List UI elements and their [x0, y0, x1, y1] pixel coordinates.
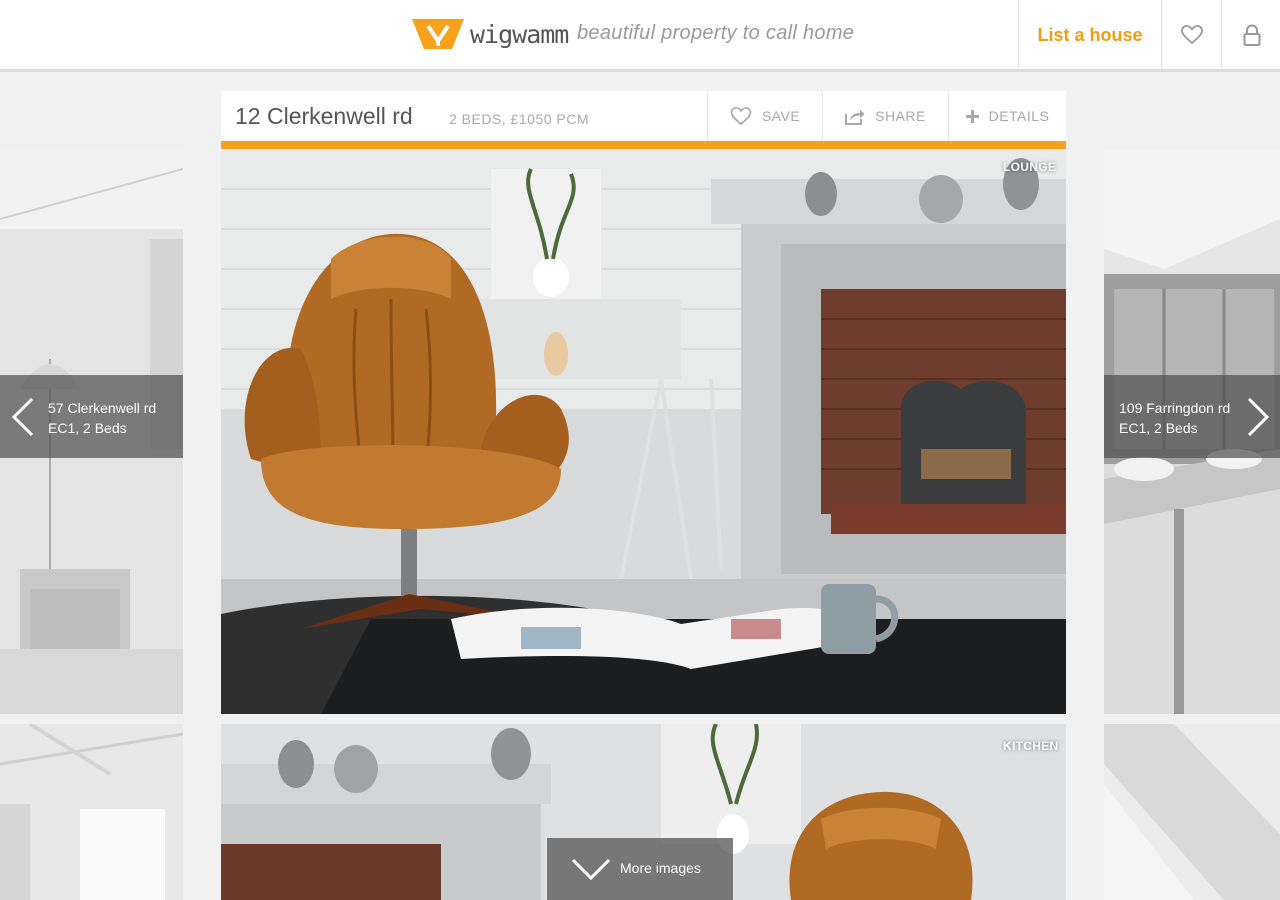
lock-icon [1243, 24, 1260, 46]
previous-listing-info: 57 Clerkenwell rd EC1, 2 Beds [48, 398, 156, 438]
previous-listing-photo-2[interactable] [0, 724, 183, 900]
share-button[interactable]: SHARE [822, 91, 948, 141]
previous-listing-address: 57 Clerkenwell rd [48, 400, 157, 416]
more-images-button[interactable]: More images [547, 838, 733, 900]
share-icon [845, 109, 865, 125]
brand-logo[interactable]: wigwamm [412, 17, 569, 51]
favorites-button[interactable] [1161, 0, 1221, 70]
logo-w-icon [412, 19, 464, 49]
listing-title-bar: 12 Clerkenwell rd 2 BEDS, £1050 PCM SAVE… [221, 91, 1066, 141]
chevron-down-icon [571, 858, 611, 881]
listing-title: 12 Clerkenwell rd [235, 103, 413, 129]
site-header: wigwamm beautiful property to call home … [0, 0, 1280, 72]
chevron-right-icon [1247, 397, 1270, 437]
heart-outline-icon [1180, 25, 1203, 45]
accent-rule [221, 141, 1066, 149]
heart-outline-icon [730, 106, 752, 125]
previous-listing-details: EC1, 2 Beds [48, 420, 127, 436]
brand-tagline: beautiful property to call home [577, 22, 855, 44]
share-label: SHARE [875, 108, 926, 124]
chevron-left-icon [11, 397, 34, 437]
next-listing-photo-2[interactable] [1104, 724, 1280, 900]
listing-summary: 2 BEDS, £1050 PCM [449, 111, 590, 127]
next-listing-info: 109 Farringdon rd EC1, 2 Beds [1119, 398, 1230, 438]
image-room-label: KITCHEN [1003, 739, 1059, 753]
more-images-label: More images [620, 860, 701, 876]
brand-name: wigwamm [470, 19, 569, 49]
list-house-link[interactable]: List a house [1018, 0, 1161, 70]
next-listing-address: 109 Farringdon rd [1119, 400, 1231, 416]
details-button[interactable]: DETAILS [948, 91, 1066, 141]
plus-icon [965, 109, 979, 123]
image-room-label: LOUNGE [1003, 160, 1057, 174]
save-button[interactable]: SAVE [707, 91, 822, 141]
details-label: DETAILS [988, 108, 1050, 124]
save-label: SAVE [761, 108, 801, 124]
next-listing-details: EC1, 2 Beds [1119, 420, 1198, 436]
gallery-image-lounge[interactable] [221, 149, 1066, 714]
previous-listing-button[interactable]: 57 Clerkenwell rd EC1, 2 Beds [0, 375, 183, 458]
account-button[interactable] [1221, 0, 1280, 70]
next-listing-button[interactable]: 109 Farringdon rd EC1, 2 Beds [1104, 375, 1280, 458]
